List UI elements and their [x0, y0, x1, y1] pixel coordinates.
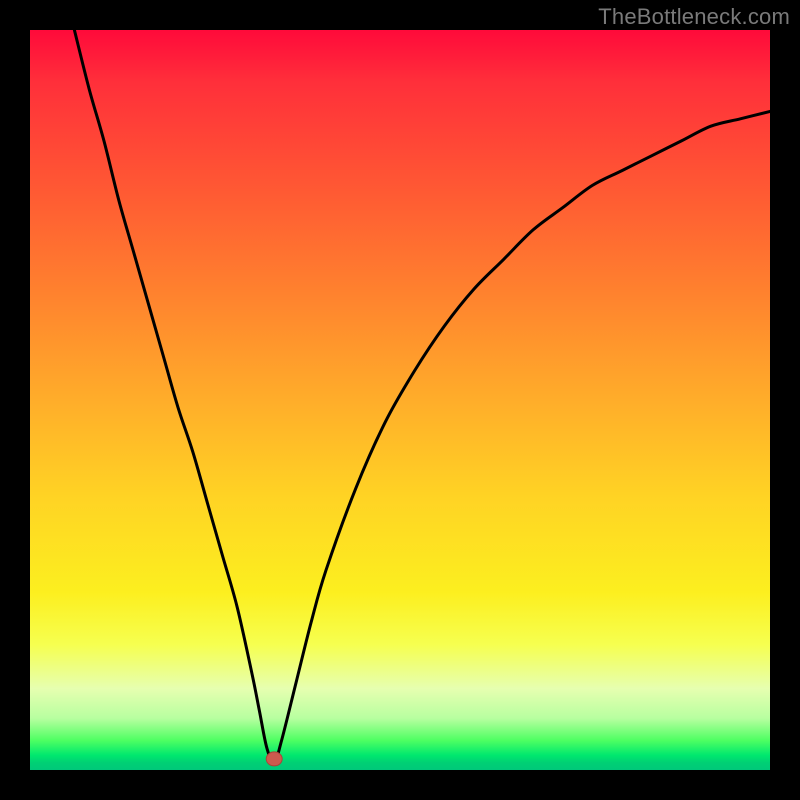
minimum-marker — [266, 752, 282, 766]
marker-layer — [30, 30, 770, 770]
plot-area — [30, 30, 770, 770]
watermark-text: TheBottleneck.com — [598, 4, 790, 30]
chart-frame: TheBottleneck.com — [0, 0, 800, 800]
